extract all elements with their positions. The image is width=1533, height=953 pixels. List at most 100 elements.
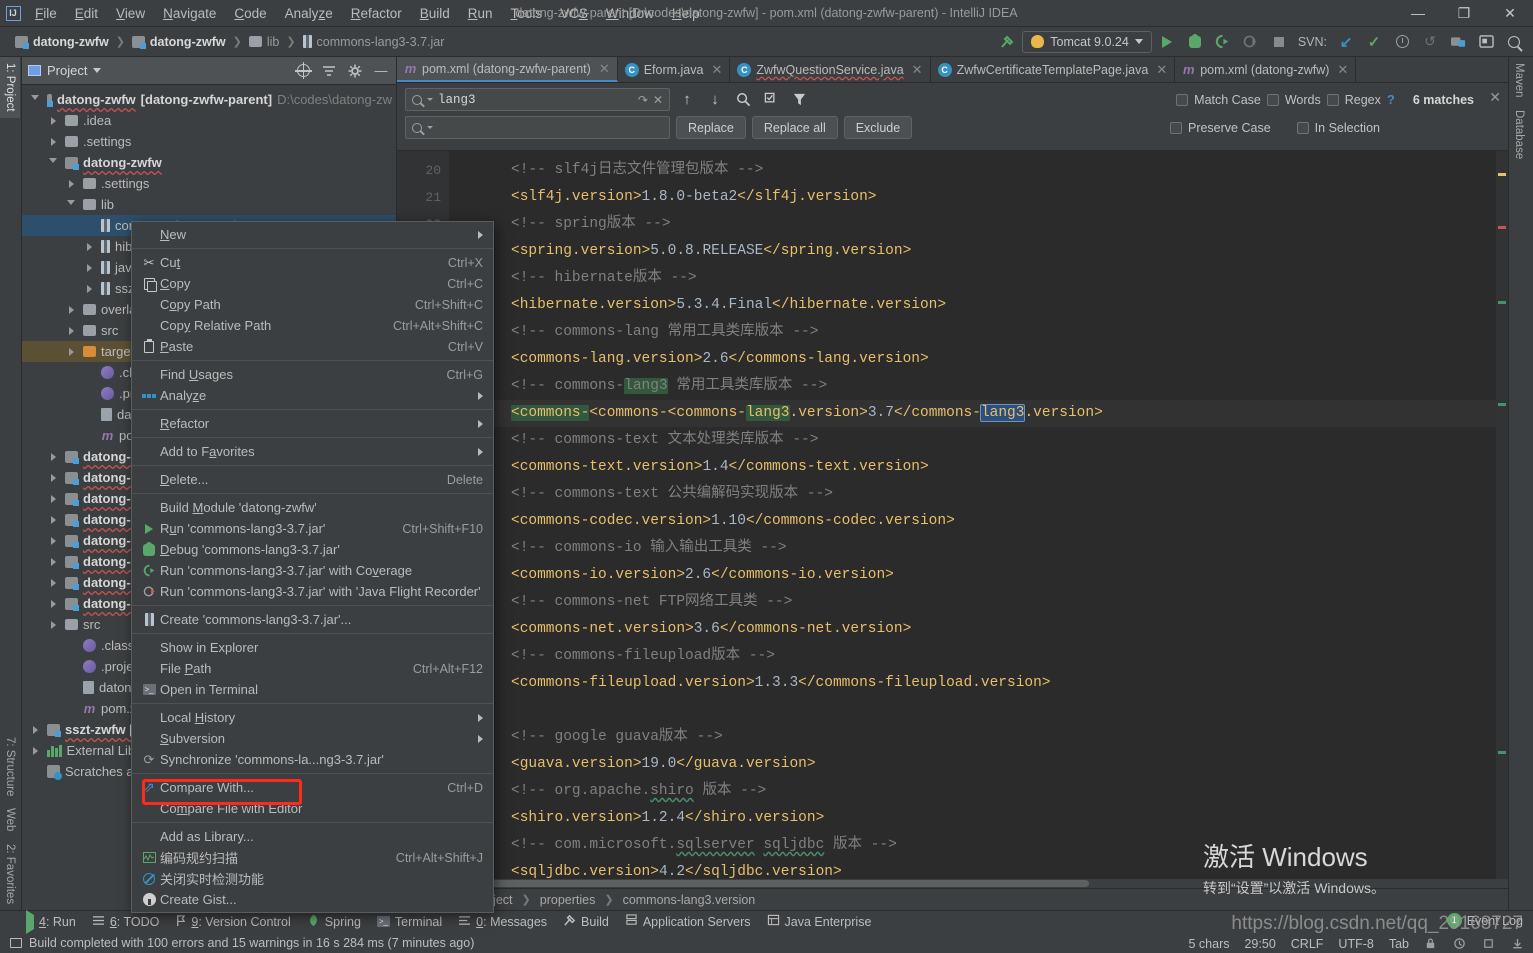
tree-expander[interactable] — [46, 536, 60, 545]
menu-item-create-commons-lang3-3-7-jar[interactable]: Create 'commons-lang3-3.7.jar'... — [132, 609, 493, 630]
replace-button[interactable]: Replace — [676, 116, 746, 139]
rail-2-favorites[interactable]: 2: Favorites — [0, 838, 20, 910]
menu-item-create-gist[interactable]: Create Gist... — [132, 889, 493, 910]
status-tool-4-run[interactable]: 4: Run — [26, 909, 76, 934]
regex-checkbox[interactable]: Regex — [1326, 93, 1381, 107]
menu-item-analyze[interactable]: Analyze — [132, 385, 493, 406]
maximize-button[interactable]: ❐ — [1441, 0, 1487, 27]
svn-rollback-icon[interactable]: ↺ — [1417, 30, 1443, 54]
replace-all-button[interactable]: Replace all — [751, 116, 838, 139]
menu-view[interactable]: View — [107, 2, 154, 25]
svn-update-icon[interactable]: ↙ — [1333, 30, 1359, 54]
menu-code[interactable]: Code — [225, 2, 275, 25]
rail-maven[interactable]: Maven — [1509, 57, 1529, 104]
status-tool-application-servers[interactable]: Application Servers — [625, 914, 751, 929]
menu-item-copy[interactable]: Copy Ctrl+C — [132, 273, 493, 294]
menu-item-file-path[interactable]: File Path Ctrl+Alt+F12 — [132, 658, 493, 679]
tree-node[interactable]: .settings — [22, 173, 396, 194]
editor-tab-1[interactable]: C Eform.java ✕ — [618, 57, 731, 82]
words-checkbox[interactable]: Words — [1266, 93, 1321, 107]
status-tool-terminal[interactable]: >_ Terminal — [376, 915, 442, 929]
indent-mode[interactable]: Tab — [1389, 937, 1409, 951]
close-button[interactable]: ✕ — [1487, 0, 1533, 27]
clear-search-icon[interactable]: ✕ — [653, 93, 663, 107]
settings-window-icon[interactable] — [1473, 30, 1499, 54]
menu-item-paste[interactable]: Paste Ctrl+V — [132, 336, 493, 357]
inspection-icon[interactable] — [1453, 937, 1467, 951]
menu-item-编码规约扫描[interactable]: 编码规约扫描 Ctrl+Alt+Shift+J — [132, 847, 493, 868]
file-encoding[interactable]: UTF-8 — [1338, 937, 1373, 951]
breadcrumb-item-2[interactable]: lib — [244, 33, 285, 51]
menu-item-copy-relative-path[interactable]: Copy Relative Path Ctrl+Alt+Shift+C — [132, 315, 493, 336]
close-tab-icon[interactable]: ✕ — [912, 62, 923, 78]
status-tool-9-version-control[interactable]: 9: Version Control — [175, 914, 291, 930]
breadcrumb-item-1[interactable]: datong-zwfw — [127, 33, 231, 51]
debug-button[interactable] — [1182, 30, 1208, 54]
editor-tab-0[interactable]: m pom.xml (datong-zwfw-parent) ✕ — [397, 57, 618, 82]
menu-item-copy-path[interactable]: Copy Path Ctrl+Shift+C — [132, 294, 493, 315]
close-tab-icon[interactable]: ✕ — [1156, 62, 1167, 78]
find-previous-icon[interactable]: ↑ — [676, 89, 698, 111]
profile-button[interactable] — [1238, 30, 1264, 54]
menu-item-关闭实时检测功能[interactable]: 关闭实时检测功能 — [132, 868, 493, 889]
find-next-icon[interactable]: ↓ — [704, 89, 726, 111]
project-panel-title-group[interactable]: Project — [28, 63, 102, 78]
tree-expander[interactable] — [64, 347, 78, 356]
minimize-button[interactable]: — — [1395, 0, 1441, 27]
download-icon[interactable] — [1511, 937, 1525, 951]
menu-item-run-commons-lang3-3-7-jar-with-coverage[interactable]: Run 'commons-lang3-3.7.jar' with Coverag… — [132, 560, 493, 581]
menu-item-delete[interactable]: Delete... Delete — [132, 469, 493, 490]
tree-expander[interactable] — [46, 578, 60, 587]
menu-item-subversion[interactable]: Subversion — [132, 728, 493, 749]
breadcrumb-item-3[interactable]: commons-lang3-3.7.jar — [298, 33, 450, 51]
menu-navigate[interactable]: Navigate — [154, 2, 225, 25]
svn-history-icon[interactable] — [1389, 30, 1415, 54]
tree-expander[interactable] — [64, 200, 78, 209]
run-button[interactable] — [1154, 30, 1180, 54]
search-everywhere-icon[interactable] — [1501, 30, 1527, 54]
svn-commit-icon[interactable]: ✓ — [1361, 30, 1387, 54]
menu-item-run-commons-lang3-3-7-jar-with-java-flight-recorder[interactable]: Run 'commons-lang3-3.7.jar' with 'Java F… — [132, 581, 493, 602]
tree-expander[interactable] — [46, 116, 60, 125]
tree-expander[interactable] — [46, 137, 60, 146]
hide-panel-icon[interactable]: — — [372, 62, 390, 80]
match-case-checkbox[interactable]: Match Case — [1176, 93, 1261, 107]
chevron-down-icon[interactable] — [427, 98, 433, 101]
menu-item-synchronize-commons-la-ng3-3-7-jar[interactable]: ⟳ Synchronize 'commons-la...ng3-3.7.jar' — [132, 749, 493, 770]
menu-item-new[interactable]: New — [132, 224, 493, 245]
code-content[interactable]: <!-- slf4j日志文件管理包版本 --> <slf4j.version>1.… — [449, 151, 1508, 879]
horizontal-scrollbar[interactable] — [397, 879, 1508, 888]
preserve-case-checkbox[interactable]: Preserve Case — [1169, 121, 1271, 135]
tree-expander[interactable] — [46, 494, 60, 503]
status-tool-java-enterprise[interactable]: Java Enterprise — [767, 914, 871, 929]
tree-expander[interactable] — [82, 242, 96, 251]
tree-expander[interactable] — [46, 557, 60, 566]
filter-icon[interactable] — [788, 89, 810, 111]
tree-expander[interactable] — [46, 599, 60, 608]
tree-node[interactable]: datong-zwfw [datong-zwfw-parent] D:\codes\… — [22, 89, 396, 110]
tree-expander[interactable] — [82, 263, 96, 272]
rail-database[interactable]: Database — [1509, 104, 1529, 165]
caret-position[interactable]: 29:50 — [1244, 937, 1275, 951]
search-input[interactable]: lang3 ↷ ✕ — [405, 88, 670, 111]
editor-marker-strip[interactable] — [1496, 151, 1508, 879]
tree-node[interactable]: datong-zwfw — [22, 152, 396, 173]
close-tab-icon[interactable]: ✕ — [1337, 62, 1348, 78]
tree-expander[interactable] — [64, 305, 78, 314]
regex-help-icon[interactable]: ? — [1387, 92, 1395, 107]
tree-expander[interactable] — [64, 326, 78, 335]
menu-analyze[interactable]: Analyze — [276, 2, 342, 25]
tree-expander[interactable] — [28, 746, 42, 755]
event-log-label[interactable]: Event Log — [1467, 914, 1523, 928]
tree-expander[interactable] — [28, 95, 42, 104]
memory-icon[interactable] — [1482, 937, 1496, 951]
tree-expander[interactable] — [46, 515, 60, 524]
tree-expander[interactable] — [64, 179, 78, 188]
tree-expander[interactable] — [46, 473, 60, 482]
tree-expander[interactable] — [46, 452, 60, 461]
menu-edit[interactable]: Edit — [66, 2, 107, 25]
run-configuration-selector[interactable]: Tomcat 9.0.24 — [1022, 30, 1152, 53]
menu-refactor[interactable]: Refactor — [342, 2, 411, 25]
breadcrumb-item-0[interactable]: datong-zwfw — [10, 33, 114, 51]
editor-tab-2[interactable]: C ZwfwQuestionService.java ✕ — [730, 57, 931, 82]
